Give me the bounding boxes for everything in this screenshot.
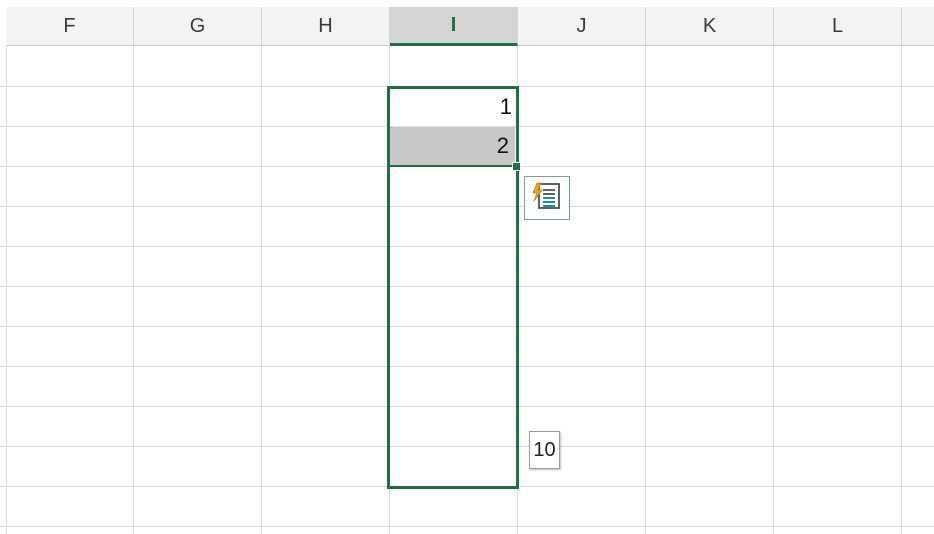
- fill-handle[interactable]: [512, 162, 521, 171]
- gridline-vertical: [901, 46, 902, 534]
- gridline-vertical: [645, 46, 646, 534]
- fill-value-tooltip: 10: [529, 431, 560, 469]
- spreadsheet-grid[interactable]: F G H I J K L 1 2 10: [0, 0, 934, 534]
- selection-source-border: [390, 165, 516, 167]
- column-header-k[interactable]: K: [646, 7, 774, 46]
- gridline-horizontal: [0, 526, 934, 527]
- column-header-j[interactable]: J: [518, 7, 646, 46]
- flash-fill-options-icon: [531, 181, 563, 216]
- gridline-vertical: [6, 46, 7, 534]
- gridline-vertical: [133, 46, 134, 534]
- column-header-partial[interactable]: [902, 7, 934, 46]
- selection-range: [387, 86, 519, 489]
- column-header-f[interactable]: F: [6, 7, 134, 46]
- gridline-vertical: [773, 46, 774, 534]
- column-header-h[interactable]: H: [262, 7, 390, 46]
- flash-fill-options-button[interactable]: [524, 176, 570, 220]
- column-header-g[interactable]: G: [134, 7, 262, 46]
- column-header-i[interactable]: I: [390, 7, 518, 46]
- column-header-l[interactable]: L: [774, 7, 902, 46]
- gridline-vertical: [261, 46, 262, 534]
